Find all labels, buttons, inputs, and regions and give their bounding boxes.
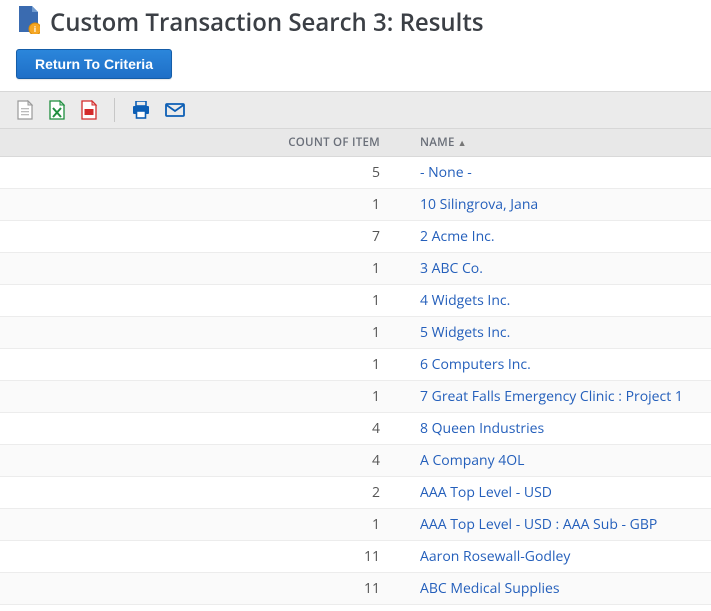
name-link[interactable]: - None - <box>420 163 472 182</box>
table-body: 5 - None - 1 10 Silingrova, Jana 7 2 Acme Inc… <box>0 157 711 605</box>
cell-name: 4 Widgets Inc. <box>390 291 711 310</box>
email-icon[interactable] <box>165 103 185 117</box>
table-row: 1 6 Computers Inc. <box>0 349 711 381</box>
table-row: 11 Aaron Rosewall-Godley <box>0 541 711 573</box>
cell-name: AAA Top Level - USD : AAA Sub - GBP <box>390 515 711 534</box>
name-link[interactable]: 8 Queen Industries <box>420 419 544 438</box>
export-excel-icon[interactable] <box>48 100 66 120</box>
cell-name: A Company 4OL <box>390 451 711 470</box>
cell-name: 8 Queen Industries <box>390 419 711 438</box>
cell-name: - None - <box>390 163 711 182</box>
name-link[interactable]: AAA Top Level - USD <box>420 483 552 502</box>
document-icon: i <box>16 6 40 39</box>
table-row: 1 4 Widgets Inc. <box>0 285 711 317</box>
cell-count: 1 <box>0 291 390 310</box>
table-row: 11 ABC Medical Supplies <box>0 573 711 605</box>
cell-name: 5 Widgets Inc. <box>390 323 711 342</box>
table-row: 1 3 ABC Co. <box>0 253 711 285</box>
cell-name: 6 Computers Inc. <box>390 355 711 374</box>
cell-count: 11 <box>0 547 390 566</box>
count-header-label: COUNT OF ITEM <box>288 135 380 150</box>
name-link[interactable]: 2 Acme Inc. <box>420 227 495 246</box>
cell-name: 3 ABC Co. <box>390 259 711 278</box>
table-row: 1 AAA Top Level - USD : AAA Sub - GBP <box>0 509 711 541</box>
table-row: 4 A Company 4OL <box>0 445 711 477</box>
cell-count: 2 <box>0 483 390 502</box>
page-header: i Custom Transaction Search 3: Results <box>0 0 711 41</box>
cell-count: 1 <box>0 355 390 374</box>
page-title: Custom Transaction Search 3: Results <box>50 6 484 39</box>
export-toolbar <box>0 91 711 129</box>
cell-name: AAA Top Level - USD <box>390 483 711 502</box>
toolbar-separator <box>114 98 115 122</box>
name-link[interactable]: 4 Widgets Inc. <box>420 291 510 310</box>
table-row: 5 - None - <box>0 157 711 189</box>
name-link[interactable]: ABC Medical Supplies <box>420 579 560 598</box>
cell-count: 1 <box>0 259 390 278</box>
name-link[interactable]: A Company 4OL <box>420 451 524 470</box>
table-row: 7 2 Acme Inc. <box>0 221 711 253</box>
results-table: COUNT OF ITEM NAME▲ 5 - None - 1 10 Silingr… <box>0 129 711 605</box>
column-header-count[interactable]: COUNT OF ITEM <box>0 129 390 156</box>
cell-count: 7 <box>0 227 390 246</box>
cell-count: 4 <box>0 451 390 470</box>
column-header-name[interactable]: NAME▲ <box>390 129 711 156</box>
cell-name: Aaron Rosewall-Godley <box>390 547 711 566</box>
cell-name: 10 Silingrova, Jana <box>390 195 711 214</box>
cell-count: 11 <box>0 579 390 598</box>
table-row: 1 7 Great Falls Emergency Clinic : Projec… <box>0 381 711 413</box>
name-header-label: NAME <box>420 135 455 150</box>
name-link[interactable]: 7 Great Falls Emergency Clinic : Project… <box>420 387 683 406</box>
export-csv-icon[interactable] <box>16 100 34 120</box>
table-row: 4 8 Queen Industries <box>0 413 711 445</box>
cell-count: 1 <box>0 195 390 214</box>
cell-name: 2 Acme Inc. <box>390 227 711 246</box>
cell-name: ABC Medical Supplies <box>390 579 711 598</box>
name-link[interactable]: 5 Widgets Inc. <box>420 323 510 342</box>
name-link[interactable]: AAA Top Level - USD : AAA Sub - GBP <box>420 515 657 534</box>
action-button-row: Return To Criteria <box>0 41 711 91</box>
sort-ascending-icon: ▲ <box>458 136 467 149</box>
table-row: 1 5 Widgets Inc. <box>0 317 711 349</box>
name-link[interactable]: 3 ABC Co. <box>420 259 483 278</box>
return-to-criteria-button[interactable]: Return To Criteria <box>16 49 172 79</box>
svg-text:i: i <box>34 25 36 34</box>
print-icon[interactable] <box>131 101 151 119</box>
cell-count: 1 <box>0 387 390 406</box>
table-row: 1 10 Silingrova, Jana <box>0 189 711 221</box>
name-link[interactable]: 6 Computers Inc. <box>420 355 531 374</box>
cell-count: 4 <box>0 419 390 438</box>
cell-name: 7 Great Falls Emergency Clinic : Project… <box>390 387 711 406</box>
cell-count: 1 <box>0 515 390 534</box>
cell-count: 5 <box>0 163 390 182</box>
name-link[interactable]: 10 Silingrova, Jana <box>420 195 538 214</box>
cell-count: 1 <box>0 323 390 342</box>
name-link[interactable]: Aaron Rosewall-Godley <box>420 547 570 566</box>
table-header-row: COUNT OF ITEM NAME▲ <box>0 129 711 157</box>
export-pdf-icon[interactable] <box>80 100 98 120</box>
table-row: 2 AAA Top Level - USD <box>0 477 711 509</box>
